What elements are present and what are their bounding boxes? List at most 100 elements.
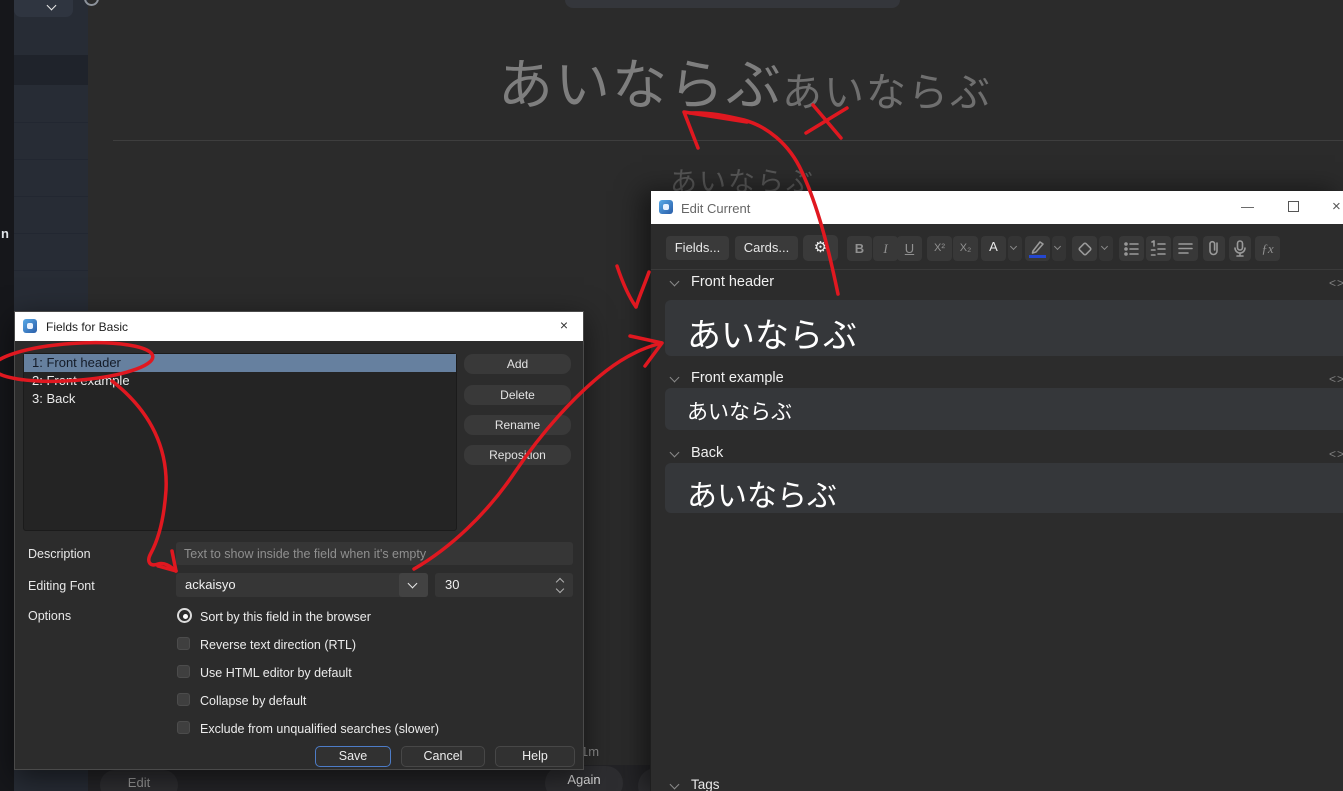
gear-icon[interactable]: ⚙	[803, 235, 838, 261]
spinner-arrows[interactable]	[555, 576, 567, 594]
subscript-button[interactable]: X₂	[953, 236, 978, 261]
field-label: Front example	[691, 370, 784, 386]
font-combobox-dropdown[interactable]	[399, 573, 428, 597]
underline-button[interactable]: U	[897, 236, 922, 261]
anki-app-icon	[23, 319, 37, 333]
top-panel-fragment	[565, 0, 900, 8]
edit-button[interactable]: Edit	[100, 770, 178, 791]
bold-button[interactable]: B	[847, 236, 872, 261]
collapse-checkbox[interactable]	[177, 693, 190, 706]
editing-font-label: Editing Font	[28, 579, 95, 593]
sort-field-radio[interactable]	[177, 608, 192, 623]
delete-button[interactable]: Delete	[464, 385, 571, 405]
cards-button[interactable]: Cards...	[735, 236, 798, 260]
cancel-button[interactable]: Cancel	[401, 746, 485, 767]
numbered-list-icon	[1150, 240, 1166, 256]
sidebar-band	[14, 55, 88, 85]
annotation-check-mark	[615, 264, 651, 309]
fields-dialog-titlebar: Fields for Basic ×	[15, 312, 583, 341]
chevron-down-icon	[407, 578, 418, 589]
fields-list: 1: Front header 2: Front example 3: Back	[23, 353, 457, 531]
sidebar-row-divider	[14, 159, 88, 160]
help-button[interactable]: Help	[495, 746, 575, 767]
html-toggle-icon[interactable]: <>	[1329, 276, 1343, 290]
chevron-down-icon[interactable]	[669, 447, 680, 458]
font-size-spinner[interactable]: 30	[435, 573, 573, 597]
card-front-large-text: あいならぶ	[498, 54, 784, 116]
italic-button[interactable]: I	[873, 236, 898, 261]
tags-section[interactable]: Tags	[651, 777, 1343, 791]
fields-button[interactable]: Fields...	[666, 236, 729, 260]
collapse-option-label: Collapse by default	[200, 694, 307, 708]
reposition-button[interactable]: Reposition	[464, 445, 571, 465]
html-toggle-icon[interactable]: <>	[1329, 372, 1343, 386]
exclude-search-checkbox[interactable]	[177, 721, 190, 734]
field-label: Back	[691, 445, 724, 461]
paperclip-icon	[1209, 240, 1218, 256]
sidebar-row-divider	[14, 233, 88, 234]
fields-dialog-title: Fields for Basic	[46, 320, 129, 334]
fields-list-item[interactable]: 3: Back	[24, 390, 456, 408]
chevron-down-icon[interactable]	[669, 276, 680, 287]
description-input[interactable]	[176, 542, 573, 565]
bullet-list-icon	[1124, 242, 1139, 256]
add-button[interactable]: Add	[464, 354, 571, 374]
text-color-button[interactable]: A	[981, 236, 1006, 261]
tags-label: Tags	[691, 777, 720, 791]
chevron-down-icon[interactable]	[669, 372, 680, 383]
font-combobox[interactable]: ackaisyo	[176, 573, 428, 597]
chevron-down-icon	[46, 0, 57, 11]
rtl-checkbox[interactable]	[177, 637, 190, 650]
record-audio-button[interactable]	[1229, 236, 1251, 261]
justify-button[interactable]	[1173, 236, 1198, 261]
close-icon[interactable]: ×	[555, 317, 573, 333]
bullet-list-button[interactable]	[1119, 236, 1144, 261]
sidebar-row-divider	[14, 122, 88, 123]
eraser-icon	[1078, 242, 1092, 256]
rtl-option-label: Reverse text direction (RTL)	[200, 638, 357, 652]
field-label: Front header	[691, 274, 775, 290]
fields-dialog: Fields for Basic × 1: Front header 2: Fr…	[14, 311, 584, 770]
maximize-icon[interactable]	[1288, 201, 1299, 212]
save-button[interactable]: Save	[315, 746, 391, 767]
field-editor-back[interactable]: あいならぶ	[665, 463, 1343, 513]
mathjax-button[interactable]: ƒx	[1255, 236, 1280, 261]
justify-icon	[1178, 243, 1193, 254]
field-editor-front-header[interactable]: あいならぶ	[665, 300, 1343, 356]
html-editor-option-label: Use HTML editor by default	[200, 666, 352, 680]
sidebar-row-divider	[14, 270, 88, 271]
minimize-icon[interactable]: —	[1241, 199, 1254, 214]
edit-window-title: Edit Current	[681, 201, 751, 216]
superscript-button[interactable]: X²	[927, 236, 952, 261]
chevron-down-icon	[555, 584, 565, 594]
rename-button[interactable]: Rename	[464, 415, 571, 435]
fields-list-item[interactable]: 1: Front header	[24, 354, 456, 372]
html-toggle-icon[interactable]: <>	[1329, 447, 1343, 461]
numbered-list-button[interactable]	[1146, 236, 1171, 261]
sort-field-option-label: Sort by this field in the browser	[200, 610, 371, 624]
chevron-down-icon	[1053, 242, 1062, 251]
close-icon[interactable]: ×	[1332, 198, 1341, 215]
field-header-row: Front header <>	[651, 272, 1343, 294]
eraser-button[interactable]	[1072, 236, 1097, 261]
field-editor-front-example[interactable]: あいならぶ	[665, 388, 1343, 430]
chevron-down-icon	[1100, 242, 1109, 251]
fields-list-item[interactable]: 2: Front example	[24, 372, 456, 390]
html-editor-checkbox[interactable]	[177, 665, 190, 678]
highlight-dropdown[interactable]	[1052, 236, 1066, 261]
sidebar-row-divider	[14, 196, 88, 197]
chevron-down-icon	[1009, 242, 1018, 251]
edit-window-titlebar: Edit Current — ×	[651, 191, 1343, 224]
field-header-row: Back <>	[651, 443, 1343, 465]
browse-dropdown-button[interactable]	[14, 0, 73, 17]
field-header-row: Front example <>	[651, 368, 1343, 390]
description-label: Description	[28, 547, 91, 561]
browse-left-strip: n	[0, 0, 14, 791]
options-label: Options	[28, 609, 72, 623]
screenshot-root: n あいならぶ あいならぶ あいならぶ Edit 1m Again Fields…	[0, 0, 1343, 791]
highlight-pen-button[interactable]	[1025, 236, 1050, 261]
eraser-dropdown[interactable]	[1099, 236, 1113, 261]
attachment-button[interactable]	[1203, 236, 1225, 261]
text-color-dropdown[interactable]	[1008, 236, 1022, 261]
exclude-search-option-label: Exclude from unqualified searches (slowe…	[200, 722, 439, 736]
